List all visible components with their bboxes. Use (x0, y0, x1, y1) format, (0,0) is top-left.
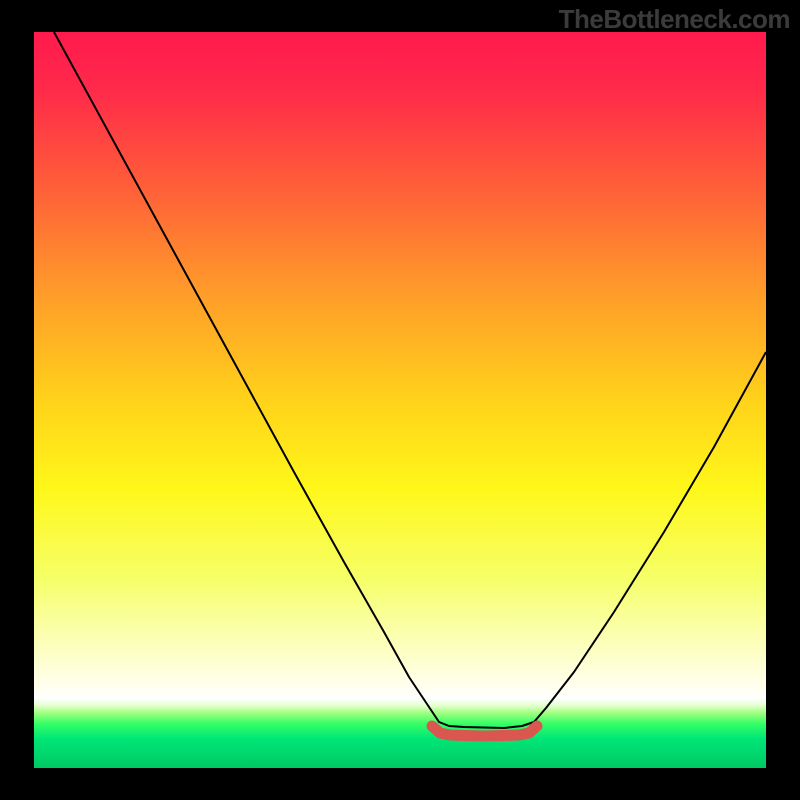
plot-area (34, 32, 766, 768)
watermark-text: TheBottleneck.com (559, 4, 790, 35)
chart-frame: TheBottleneck.com (0, 0, 800, 800)
curve-layer (34, 32, 766, 768)
bottleneck-curve (54, 32, 766, 728)
